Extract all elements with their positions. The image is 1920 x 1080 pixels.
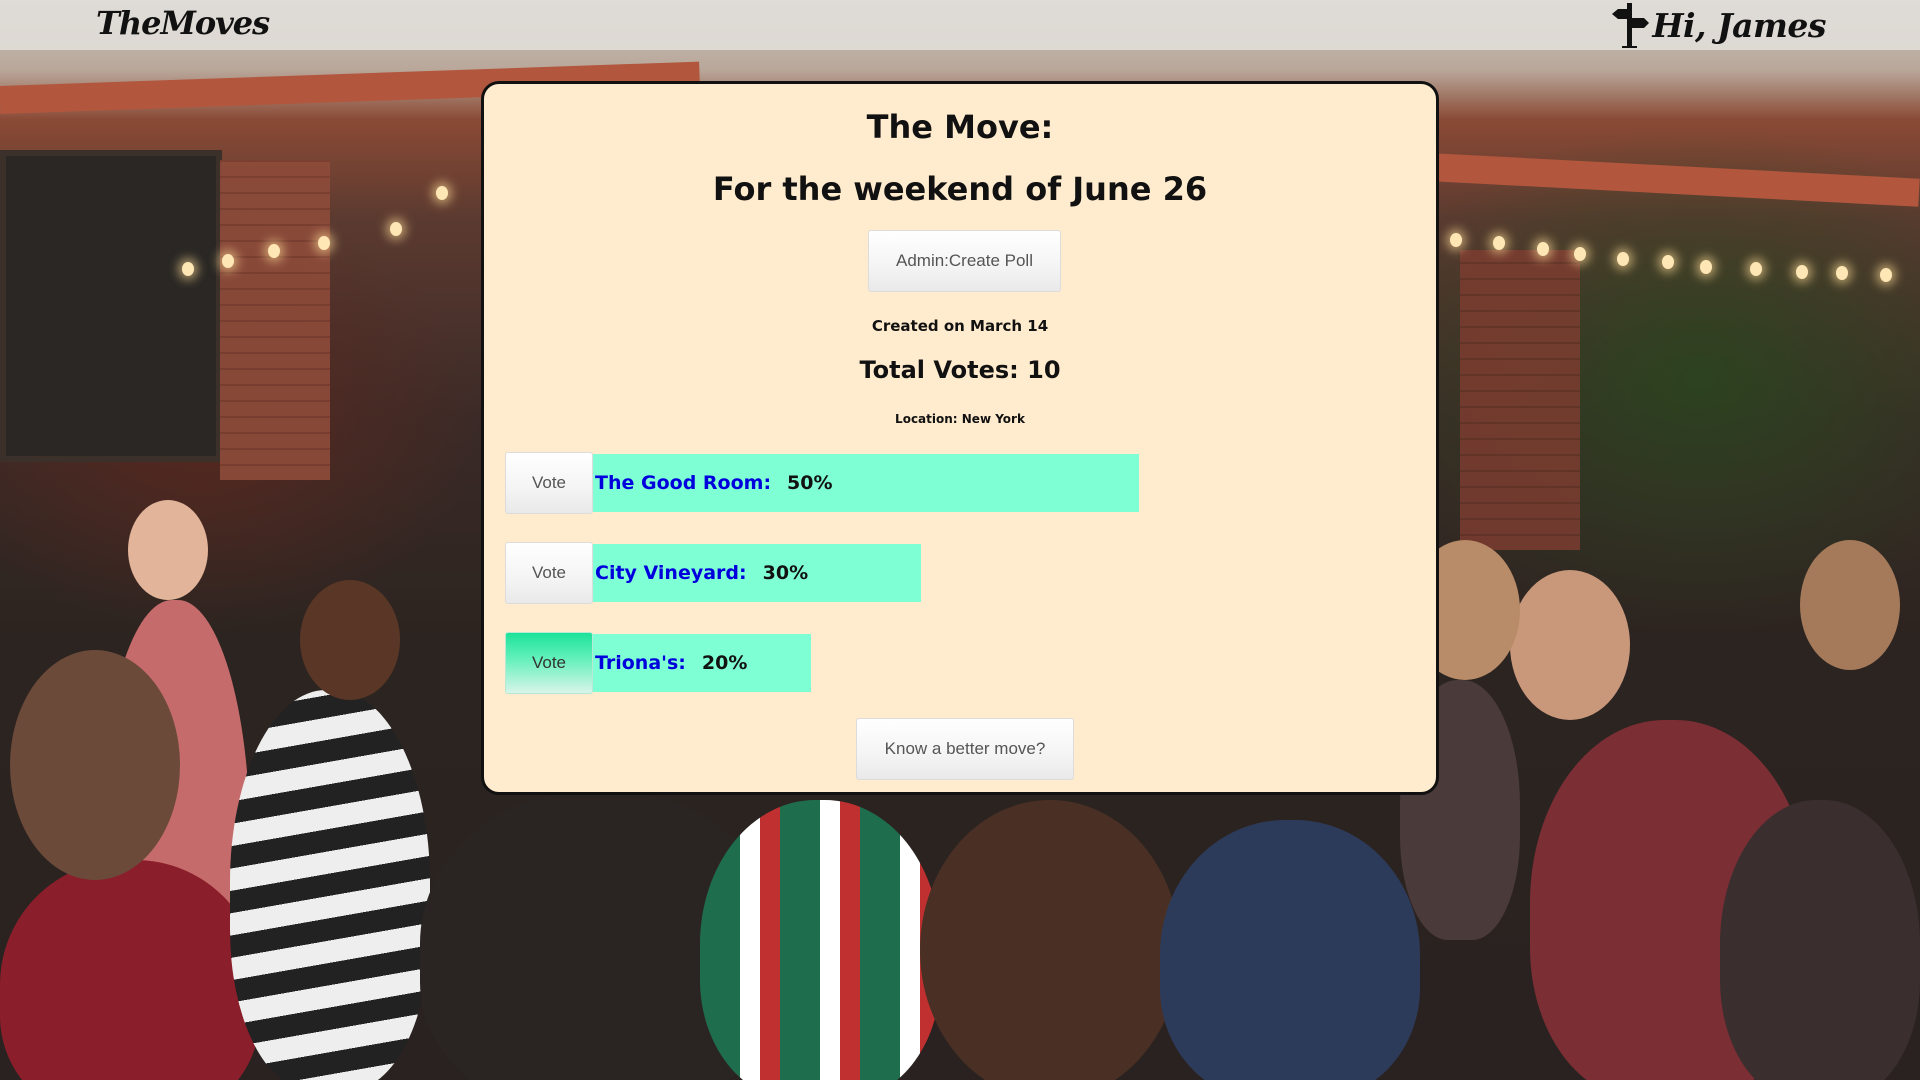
suggest-move-button[interactable]: Know a better move? (856, 718, 1074, 780)
option-percent: 20% (701, 652, 748, 674)
light-bulb (1493, 236, 1505, 250)
poll-title: The Move: (866, 108, 1054, 146)
result-bar: Triona's: 20% (593, 634, 811, 692)
crowd-head (128, 500, 208, 600)
user-greeting[interactable]: Hi, James (1610, 2, 1826, 48)
light-bulb (436, 186, 448, 200)
light-bulb (1617, 252, 1629, 266)
top-nav-bar: TheMoves Hi, James (0, 0, 1920, 50)
brand-logo[interactable]: TheMoves (96, 4, 270, 42)
poll-option: Vote Triona's: 20% (505, 632, 1405, 694)
light-bulb (1574, 247, 1586, 261)
result-bar: The Good Room: 50% (593, 454, 1139, 512)
option-percent: 30% (762, 562, 809, 584)
light-bulb (1796, 265, 1808, 279)
crowd-person (1720, 800, 1920, 1080)
light-bulb (318, 236, 330, 250)
poll-location: Location: New York (895, 412, 1025, 426)
total-votes: Total Votes: 10 (859, 356, 1061, 384)
poll-option: Vote City Vineyard: 30% (505, 542, 1405, 604)
poll-subtitle: For the weekend of June 26 (712, 170, 1208, 208)
background-brick-wall (220, 160, 330, 480)
signpost-icon (1612, 3, 1650, 48)
light-bulb (1750, 262, 1762, 276)
poll-card: The Move: For the weekend of June 26 Adm… (481, 81, 1439, 795)
background-brick-wall-right (1460, 250, 1580, 550)
crowd-person (230, 690, 430, 1080)
option-name: Triona's: (595, 652, 686, 674)
light-bulb (268, 244, 280, 258)
crowd-person (700, 800, 940, 1080)
light-bulb (1836, 266, 1848, 280)
light-bulb (1880, 268, 1892, 282)
greeting-text: Hi, James (1652, 5, 1826, 45)
light-bulb (1700, 260, 1712, 274)
option-name: The Good Room: (595, 472, 772, 494)
light-bulb (1537, 242, 1549, 256)
crowd-head (300, 580, 400, 700)
crowd-head (1800, 540, 1900, 670)
light-bulb (1662, 255, 1674, 269)
vote-button-active[interactable]: Vote (505, 632, 593, 694)
light-bulb (222, 254, 234, 268)
crowd-person (1160, 820, 1420, 1080)
vote-button[interactable]: Vote (505, 452, 593, 514)
poll-option: Vote The Good Room: 50% (505, 452, 1405, 514)
crowd-head (10, 650, 180, 880)
poll-created-date: Created on March 14 (871, 317, 1049, 335)
light-bulb (1450, 233, 1462, 247)
admin-create-poll-button[interactable]: Admin:Create Poll (868, 230, 1061, 292)
light-bulb (390, 222, 402, 236)
crowd-head (1510, 570, 1630, 720)
crowd-head (920, 800, 1180, 1080)
option-name: City Vineyard: (595, 562, 747, 584)
option-percent: 50% (787, 472, 833, 494)
light-bulb (182, 262, 194, 276)
result-bar: City Vineyard: 30% (593, 544, 921, 602)
vote-button[interactable]: Vote (505, 542, 593, 604)
background-window (0, 150, 222, 462)
